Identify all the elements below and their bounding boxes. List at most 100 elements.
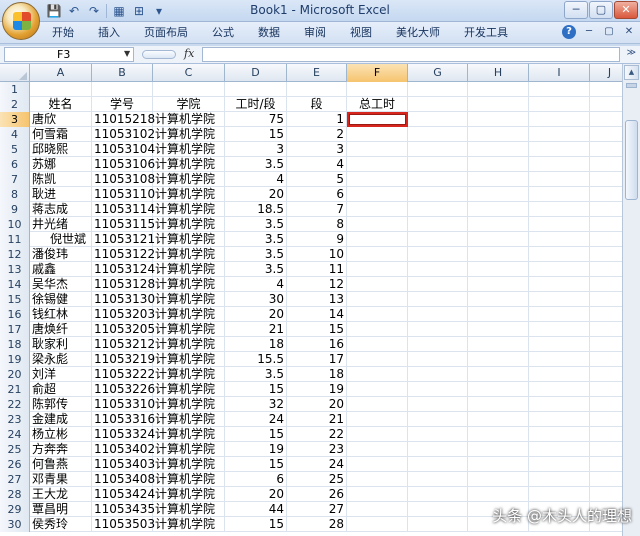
close-button[interactable]: ✕ xyxy=(614,1,638,19)
data-cell[interactable]: 21 xyxy=(287,412,347,427)
data-cell[interactable]: 11053402 xyxy=(92,442,155,457)
data-cell[interactable] xyxy=(347,232,408,247)
empty-cell[interactable] xyxy=(468,412,529,427)
data-cell[interactable]: 计算机学院 xyxy=(153,172,225,187)
empty-cell[interactable] xyxy=(468,247,529,262)
data-cell[interactable]: 计算机学院 xyxy=(153,232,225,247)
data-cell[interactable]: 11053212 xyxy=(92,337,155,352)
empty-cell[interactable] xyxy=(468,307,529,322)
row-header[interactable]: 28 xyxy=(0,487,30,502)
minimize-button[interactable]: ─ xyxy=(564,1,588,19)
data-cell[interactable]: 计算机学院 xyxy=(153,487,225,502)
empty-cell[interactable] xyxy=(468,217,529,232)
column-title-cell[interactable]: 工时/段 xyxy=(225,97,287,112)
data-cell[interactable]: 3.5 xyxy=(225,232,287,247)
column-header-d[interactable]: D xyxy=(225,64,287,82)
data-cell[interactable]: 3 xyxy=(287,142,347,157)
data-cell[interactable] xyxy=(347,352,408,367)
data-cell[interactable]: 15 xyxy=(225,457,287,472)
empty-cell[interactable] xyxy=(468,337,529,352)
empty-cell[interactable] xyxy=(468,442,529,457)
data-cell[interactable]: 4 xyxy=(225,172,287,187)
data-cell[interactable]: 11053424 xyxy=(92,487,155,502)
data-cell[interactable]: 徐锡健 xyxy=(30,292,92,307)
data-cell[interactable]: 11053226 xyxy=(92,382,155,397)
data-cell[interactable] xyxy=(153,82,225,97)
empty-cell[interactable] xyxy=(590,142,622,157)
empty-cell[interactable] xyxy=(468,172,529,187)
data-cell[interactable]: 2 xyxy=(287,127,347,142)
empty-cell[interactable] xyxy=(529,232,590,247)
data-cell[interactable]: 11 xyxy=(287,262,347,277)
empty-cell[interactable] xyxy=(468,262,529,277)
empty-cell[interactable] xyxy=(590,187,622,202)
empty-cell[interactable] xyxy=(590,232,622,247)
column-title-cell[interactable]: 姓名 xyxy=(30,97,92,112)
data-cell[interactable]: 11053122 xyxy=(92,247,155,262)
data-cell[interactable]: 计算机学院 xyxy=(153,112,225,127)
empty-cell[interactable] xyxy=(468,367,529,382)
data-cell[interactable] xyxy=(347,307,408,322)
data-cell[interactable]: 24 xyxy=(287,457,347,472)
data-cell[interactable]: 23 xyxy=(287,442,347,457)
data-cell[interactable]: 15 xyxy=(287,322,347,337)
empty-cell[interactable] xyxy=(590,172,622,187)
scroll-up-button[interactable]: ▲ xyxy=(624,65,639,80)
tab-home[interactable]: 开始 xyxy=(52,25,74,41)
empty-cell[interactable] xyxy=(468,127,529,142)
data-cell[interactable]: 14 xyxy=(287,307,347,322)
data-cell[interactable]: 蒋志成 xyxy=(30,202,92,217)
row-header[interactable]: 13 xyxy=(0,262,30,277)
data-cell[interactable]: 11053106 xyxy=(92,157,155,172)
data-cell[interactable]: 潘俊玮 xyxy=(30,247,92,262)
empty-cell[interactable] xyxy=(590,112,622,127)
empty-cell[interactable] xyxy=(529,472,590,487)
data-cell[interactable]: 15 xyxy=(225,382,287,397)
data-cell[interactable]: 44 xyxy=(225,502,287,517)
formula-input[interactable] xyxy=(202,47,620,62)
column-title-cell[interactable]: 段 xyxy=(287,97,347,112)
empty-cell[interactable] xyxy=(468,112,529,127)
empty-cell[interactable] xyxy=(408,427,468,442)
data-cell[interactable]: 13 xyxy=(287,292,347,307)
data-cell[interactable]: 3.5 xyxy=(225,157,287,172)
empty-cell[interactable] xyxy=(529,277,590,292)
data-cell[interactable]: 邓青果 xyxy=(30,472,92,487)
empty-cell[interactable] xyxy=(408,412,468,427)
empty-cell[interactable] xyxy=(408,202,468,217)
data-cell[interactable]: 11053104 xyxy=(92,142,155,157)
data-cell[interactable]: 计算机学院 xyxy=(153,247,225,262)
data-cell[interactable]: 11053130 xyxy=(92,292,155,307)
row-header[interactable]: 14 xyxy=(0,277,30,292)
empty-cell[interactable] xyxy=(590,367,622,382)
insert-function-icon[interactable]: fx xyxy=(184,47,194,60)
data-cell[interactable]: 覃昌明 xyxy=(30,502,92,517)
empty-cell[interactable] xyxy=(408,247,468,262)
expand-formula-bar-icon[interactable]: ≫ xyxy=(627,48,636,58)
column-header-e[interactable]: E xyxy=(287,64,347,82)
workbook-restore-button[interactable]: ▢ xyxy=(602,25,616,39)
data-cell[interactable] xyxy=(347,142,408,157)
row-header[interactable]: 29 xyxy=(0,502,30,517)
data-cell[interactable]: 18.5 xyxy=(225,202,287,217)
empty-cell[interactable] xyxy=(529,157,590,172)
data-cell[interactable] xyxy=(347,127,408,142)
column-header-a[interactable]: A xyxy=(30,64,92,82)
data-cell[interactable] xyxy=(287,82,347,97)
row-header[interactable]: 26 xyxy=(0,457,30,472)
empty-cell[interactable] xyxy=(468,277,529,292)
data-cell[interactable]: 10 xyxy=(287,247,347,262)
data-cell[interactable]: 钱红林 xyxy=(30,307,92,322)
data-cell[interactable]: 6 xyxy=(287,187,347,202)
empty-cell[interactable] xyxy=(590,82,622,97)
empty-cell[interactable] xyxy=(529,322,590,337)
data-cell[interactable] xyxy=(347,202,408,217)
empty-cell[interactable] xyxy=(590,487,622,502)
data-cell[interactable]: 11053115 xyxy=(92,217,155,232)
data-cell[interactable]: 方奔奔 xyxy=(30,442,92,457)
data-cell[interactable]: 计算机学院 xyxy=(153,517,225,532)
data-cell[interactable]: 20 xyxy=(225,187,287,202)
empty-cell[interactable] xyxy=(590,202,622,217)
data-cell[interactable]: 22 xyxy=(287,427,347,442)
data-cell[interactable]: 11053124 xyxy=(92,262,155,277)
